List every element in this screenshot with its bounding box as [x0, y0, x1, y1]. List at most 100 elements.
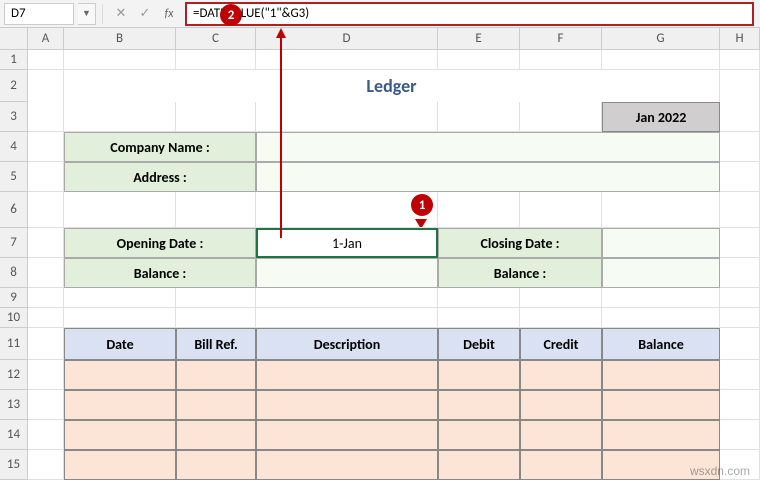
address-value[interactable] — [256, 162, 720, 192]
table-row[interactable] — [438, 390, 520, 420]
table-row[interactable] — [520, 360, 602, 390]
cell[interactable] — [720, 50, 760, 70]
cell[interactable] — [720, 162, 760, 192]
row-header-7[interactable]: 7 — [0, 228, 28, 258]
cell[interactable] — [720, 102, 760, 132]
col-header-e[interactable]: E — [438, 28, 520, 50]
period-cell[interactable]: Jan 2022 — [602, 102, 720, 132]
cell[interactable] — [720, 308, 760, 328]
cell[interactable] — [438, 192, 520, 228]
ledger-title[interactable]: Ledger — [64, 70, 720, 102]
name-box[interactable]: D7 — [4, 3, 74, 25]
cell[interactable] — [720, 360, 760, 390]
table-row[interactable] — [256, 420, 438, 450]
cell[interactable] — [28, 70, 64, 102]
table-row[interactable] — [256, 360, 438, 390]
select-all-corner[interactable] — [0, 28, 28, 50]
cell[interactable] — [602, 288, 720, 308]
cell[interactable] — [176, 288, 256, 308]
table-row[interactable] — [520, 390, 602, 420]
opening-date-value[interactable]: 1-Jan — [256, 228, 438, 258]
cell[interactable] — [28, 132, 64, 162]
cell[interactable] — [438, 102, 520, 132]
cell[interactable] — [28, 102, 64, 132]
th-desc[interactable]: Description — [256, 328, 438, 360]
balance-value-right[interactable] — [602, 258, 720, 288]
cell[interactable] — [64, 308, 176, 328]
table-row[interactable] — [602, 390, 720, 420]
cell[interactable] — [176, 192, 256, 228]
col-header-f[interactable]: F — [520, 28, 602, 50]
row-header-11[interactable]: 11 — [0, 328, 28, 360]
row-header-4[interactable]: 4 — [0, 132, 28, 162]
cell[interactable] — [602, 308, 720, 328]
cell[interactable] — [64, 288, 176, 308]
cell[interactable] — [720, 132, 760, 162]
cell[interactable] — [602, 192, 720, 228]
cell[interactable] — [28, 328, 64, 360]
cell[interactable] — [28, 360, 64, 390]
cell[interactable] — [176, 50, 256, 70]
balance-value-left[interactable] — [256, 258, 438, 288]
table-row[interactable] — [602, 420, 720, 450]
name-box-dropdown[interactable]: ▼ — [78, 3, 96, 25]
th-bill[interactable]: Bill Ref. — [176, 328, 256, 360]
cell[interactable] — [720, 288, 760, 308]
col-header-c[interactable]: C — [176, 28, 256, 50]
cell[interactable] — [64, 50, 176, 70]
cell[interactable] — [256, 288, 438, 308]
table-row[interactable] — [64, 420, 176, 450]
row-header-15[interactable]: 15 — [0, 450, 28, 480]
cell[interactable] — [720, 228, 760, 258]
table-row[interactable] — [602, 360, 720, 390]
table-row[interactable] — [438, 420, 520, 450]
row-header-6[interactable]: 6 — [0, 192, 28, 228]
cell[interactable] — [720, 70, 760, 102]
row-header-1[interactable]: 1 — [0, 50, 28, 70]
table-row[interactable] — [176, 420, 256, 450]
closing-date-label[interactable]: Closing Date : — [438, 228, 602, 258]
table-row[interactable] — [176, 450, 256, 480]
cell[interactable] — [520, 192, 602, 228]
cell[interactable] — [720, 390, 760, 420]
cell[interactable] — [28, 450, 64, 480]
table-row[interactable] — [176, 390, 256, 420]
col-header-a[interactable]: A — [28, 28, 64, 50]
row-header-5[interactable]: 5 — [0, 162, 28, 192]
col-header-h[interactable]: H — [720, 28, 760, 50]
cancel-icon[interactable]: ✕ — [111, 4, 131, 24]
cell[interactable] — [438, 50, 520, 70]
cell[interactable] — [28, 420, 64, 450]
cell[interactable] — [64, 102, 176, 132]
cell[interactable] — [28, 308, 64, 328]
cell[interactable] — [520, 308, 602, 328]
formula-input[interactable]: =DATEVALUE("1"&G3) — [185, 2, 754, 26]
table-row[interactable] — [438, 360, 520, 390]
cell[interactable] — [438, 308, 520, 328]
cell[interactable] — [520, 102, 602, 132]
row-header-2[interactable]: 2 — [0, 70, 28, 102]
th-debit[interactable]: Debit — [438, 328, 520, 360]
address-label[interactable]: Address : — [64, 162, 256, 192]
table-row[interactable] — [438, 450, 520, 480]
row-header-9[interactable]: 9 — [0, 288, 28, 308]
cell[interactable] — [720, 258, 760, 288]
cell[interactable] — [28, 162, 64, 192]
row-header-13[interactable]: 13 — [0, 390, 28, 420]
cell[interactable] — [176, 102, 256, 132]
cell[interactable] — [64, 192, 176, 228]
cell[interactable] — [256, 308, 438, 328]
cell[interactable] — [28, 288, 64, 308]
cell[interactable] — [602, 50, 720, 70]
row-header-12[interactable]: 12 — [0, 360, 28, 390]
cell[interactable] — [28, 192, 64, 228]
opening-date-label[interactable]: Opening Date : — [64, 228, 256, 258]
cell[interactable] — [720, 328, 760, 360]
cell[interactable] — [28, 228, 64, 258]
cell[interactable] — [720, 420, 760, 450]
row-header-3[interactable]: 3 — [0, 102, 28, 132]
th-date[interactable]: Date — [64, 328, 176, 360]
enter-icon[interactable]: ✓ — [135, 4, 155, 24]
cell[interactable] — [438, 288, 520, 308]
cell[interactable] — [520, 50, 602, 70]
